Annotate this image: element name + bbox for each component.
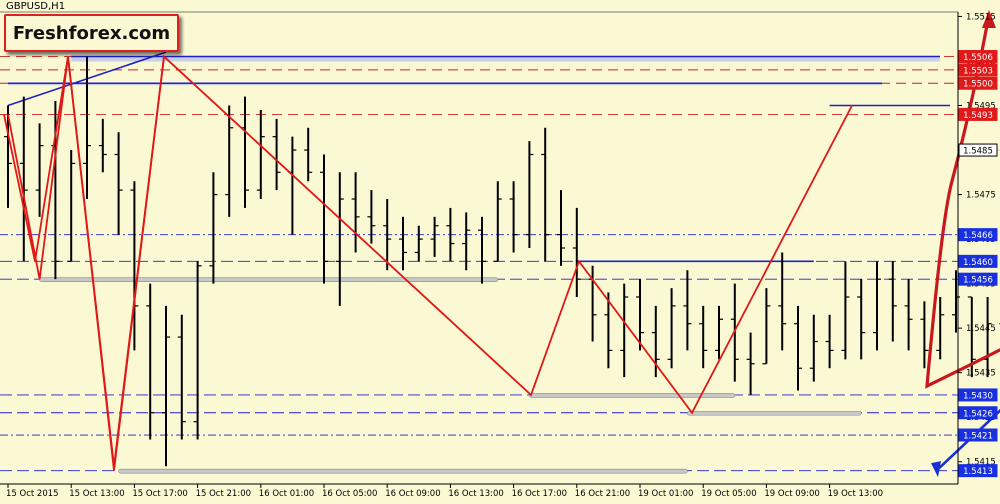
- price-chart: 1.55151.55051.54951.54851.54751.54651.54…: [0, 10, 1000, 499]
- price-label: 1.5485: [963, 147, 993, 157]
- time-tick-label: 15 Oct 17:00: [132, 489, 187, 499]
- support-bar: [529, 393, 736, 398]
- price-tick-label: 1.5475: [966, 191, 996, 201]
- price-label: 1.5421: [963, 432, 993, 442]
- time-tick-label: 15 Oct 21:00: [196, 489, 251, 499]
- forecast-down-arrowhead: [931, 461, 941, 478]
- time-tick-label: 16 Oct 05:00: [322, 489, 377, 499]
- price-label: 1.5456: [963, 276, 993, 286]
- price-tick-label: 1.5515: [966, 12, 996, 22]
- time-tick-label: 19 Oct 09:00: [764, 489, 819, 499]
- price-label: 1.5466: [963, 231, 993, 241]
- price-label: 1.5460: [963, 258, 993, 268]
- support-bar: [39, 277, 499, 282]
- price-tick-label: 1.5445: [966, 324, 996, 334]
- chart-window: GBPUSD,H1 1.55151.55051.54951.54851.5475…: [0, 0, 1000, 500]
- time-tick-label: 19 Oct 05:00: [701, 489, 756, 499]
- price-label: 1.5500: [963, 80, 993, 90]
- time-tick-label: 16 Oct 21:00: [575, 489, 630, 499]
- time-tick-label: 16 Oct 09:00: [385, 489, 440, 499]
- time-tick-label: 16 Oct 01:00: [259, 489, 314, 499]
- support-bar: [687, 410, 862, 416]
- symbol-title: GBPUSD,H1: [6, 1, 66, 12]
- price-label: 1.5506: [963, 53, 993, 63]
- price-label: 1.5430: [963, 391, 993, 401]
- price-label: 1.5503: [963, 66, 993, 76]
- brand-logo: Freshforex.com: [4, 14, 179, 52]
- time-tick-label: 19 Oct 01:00: [638, 489, 693, 499]
- time-tick-label: 16 Oct 13:00: [448, 489, 503, 499]
- price-label: 1.5426: [963, 409, 993, 419]
- price-label: 1.5493: [963, 111, 993, 121]
- support-bar: [118, 468, 688, 474]
- time-tick-label: 19 Oct 13:00: [828, 489, 883, 499]
- price-label: 1.5413: [963, 467, 993, 477]
- time-tick-label: 16 Oct 17:00: [512, 489, 567, 499]
- time-tick-label: 15 Oct 2015: [6, 489, 59, 499]
- price-tick-label: 1.5435: [966, 369, 996, 379]
- time-tick-label: 15 Oct 13:00: [69, 489, 124, 499]
